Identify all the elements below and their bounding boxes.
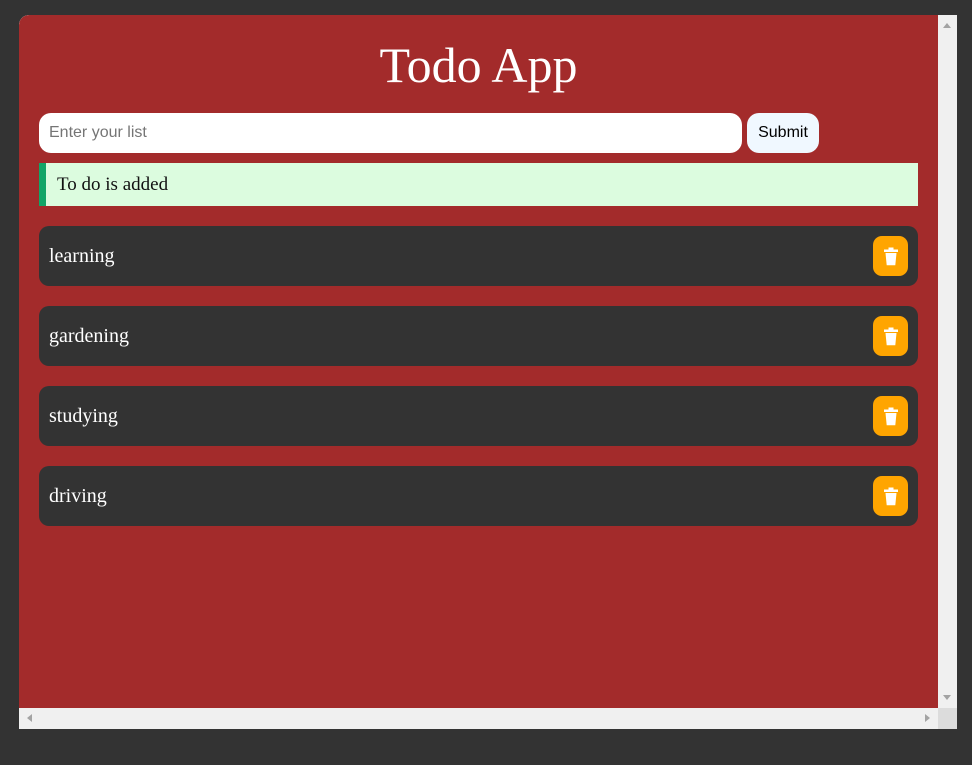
todo-item: driving (39, 466, 918, 526)
scrollbar-corner (938, 708, 957, 729)
trash-icon (883, 487, 899, 506)
trash-icon (883, 407, 899, 426)
todo-item-label: learning (49, 245, 115, 267)
success-alert: To do is added (39, 163, 918, 206)
scroll-left-arrow-icon[interactable] (27, 714, 32, 722)
todo-item: studying (39, 386, 918, 446)
todo-item-label: studying (49, 405, 118, 427)
scroll-right-arrow-icon[interactable] (925, 714, 930, 722)
scroll-down-arrow-icon[interactable] (943, 695, 951, 700)
todo-input[interactable] (39, 113, 742, 153)
alert-message: To do is added (57, 174, 169, 195)
delete-button[interactable] (873, 316, 908, 356)
todo-app: Todo App Submit To do is added learning … (19, 15, 938, 708)
delete-button[interactable] (873, 396, 908, 436)
submit-button[interactable]: Submit (747, 113, 819, 153)
scroll-up-arrow-icon[interactable] (943, 23, 951, 28)
todo-list: learning gardening studying driving (39, 226, 918, 546)
todo-item-label: gardening (49, 325, 129, 347)
browser-viewport: Todo App Submit To do is added learning … (19, 15, 957, 729)
trash-icon (883, 327, 899, 346)
todo-item: gardening (39, 306, 918, 366)
horizontal-scrollbar[interactable] (19, 708, 938, 729)
page-title: Todo App (379, 37, 578, 93)
vertical-scrollbar[interactable] (938, 15, 957, 708)
todo-item: learning (39, 226, 918, 286)
trash-icon (883, 247, 899, 266)
delete-button[interactable] (873, 476, 908, 516)
todo-item-label: driving (49, 485, 107, 507)
delete-button[interactable] (873, 236, 908, 276)
